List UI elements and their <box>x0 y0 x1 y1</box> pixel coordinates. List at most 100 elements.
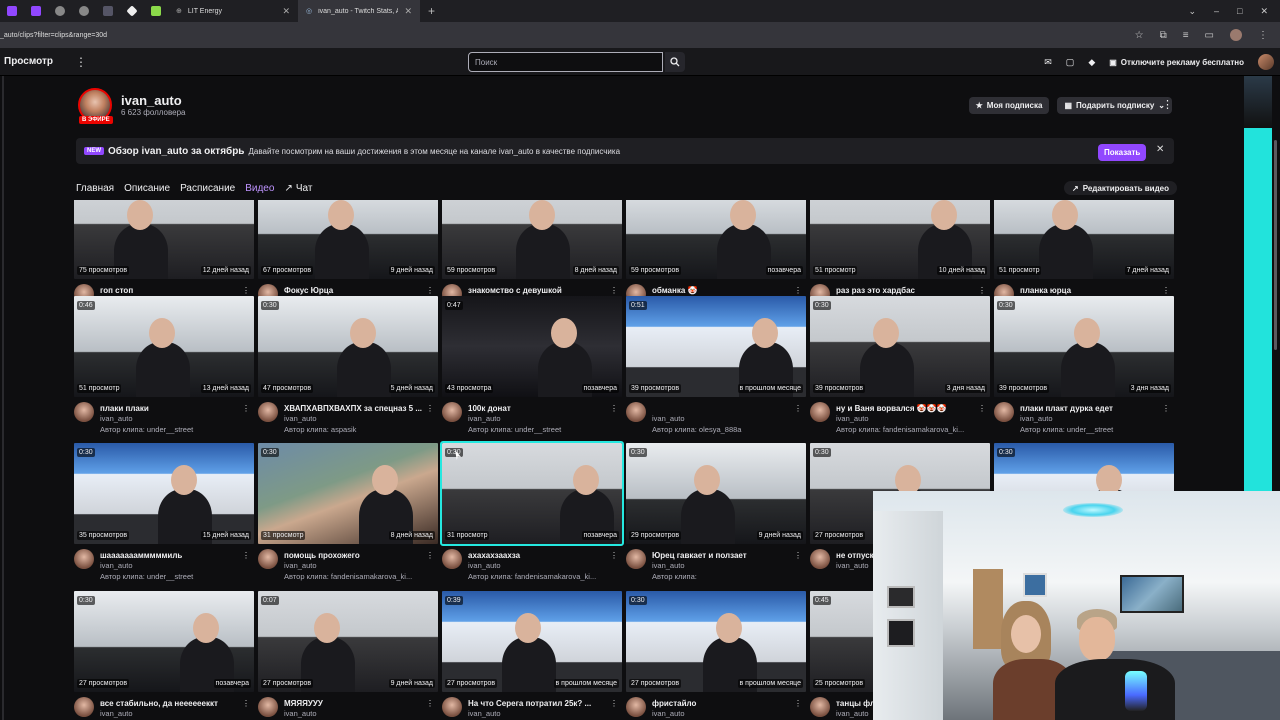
channel-avatar[interactable] <box>810 549 830 569</box>
browse-link[interactable]: Просмотр <box>0 56 53 67</box>
clip-thumbnail[interactable]: 59 просмотров 8 дней назад <box>442 200 622 279</box>
clip-more-icon[interactable]: ⋮ <box>794 699 802 708</box>
clip-author[interactable]: Автор клипа: aspasik <box>284 425 434 434</box>
clip-channel[interactable]: ivan_auto <box>652 561 685 570</box>
clip-title[interactable]: Фокус Юрца <box>284 286 424 295</box>
clip-more-icon[interactable]: ⋮ <box>242 286 250 295</box>
inbox-icon[interactable]: ✉ <box>1044 57 1052 68</box>
clip-card[interactable]: 0:30 39 просмотров 3 дня назад плаки плакт … <box>994 296 1174 443</box>
star-icon[interactable]: ☆ <box>1135 30 1144 41</box>
clip-thumbnail[interactable]: 0:51 39 просмотров в прошлом месяце <box>626 296 806 397</box>
channel-avatar[interactable] <box>994 402 1014 422</box>
clip-card[interactable]: 0:30 35 просмотров 15 дней назад шааааааамм… <box>74 443 254 590</box>
twitch-tab-icon[interactable] <box>0 0 24 22</box>
clip-title[interactable]: фристайло <box>652 699 792 708</box>
close-icon[interactable]: ✕ <box>404 6 412 17</box>
clip-card[interactable]: 0:46 51 просмотр 13 дней назад плаки плаки i… <box>74 296 254 443</box>
clip-card[interactable]: 0:30 39 просмотров 3 дня назад ну и Ваня во… <box>810 296 990 443</box>
clip-author[interactable]: Автор клипа: olesya_888a <box>652 425 802 434</box>
clip-channel[interactable]: ivan_auto <box>284 414 317 423</box>
clip-more-icon[interactable]: ⋮ <box>426 286 434 295</box>
clip-thumbnail[interactable]: 51 просмотр 10 дней назад <box>810 200 990 279</box>
tab-icon[interactable] <box>72 0 96 22</box>
maximize-icon[interactable]: □ <box>1237 6 1242 17</box>
new-tab-button[interactable]: + <box>420 4 443 18</box>
channel-avatar[interactable]: В ЭФИРЕ <box>78 88 113 124</box>
subscription-button[interactable]: ★ Моя подписка <box>968 97 1050 114</box>
close-icon[interactable]: ✕ <box>1260 6 1268 17</box>
clip-channel[interactable]: ivan_auto <box>836 709 869 718</box>
channel-avatar[interactable] <box>810 697 830 717</box>
twitch-tab-icon[interactable] <box>24 0 48 22</box>
clip-title[interactable]: Юрец гавкает и ползает <box>652 551 792 560</box>
tab-home[interactable]: Главная <box>76 183 114 194</box>
clip-card[interactable]: 0:30 31 просмотр позавчера ахахахзаахза ivan… <box>440 441 624 590</box>
search-button[interactable] <box>665 52 685 72</box>
clip-channel[interactable]: ivan_auto <box>836 561 869 570</box>
clip-more-icon[interactable]: ⋮ <box>794 286 802 295</box>
clip-more-icon[interactable]: ⋮ <box>242 699 250 708</box>
clip-title[interactable]: плаки плаки <box>100 404 240 413</box>
clip-author[interactable]: Автор клипа: fandenisamakarova_ki... <box>468 572 618 581</box>
tab-icon[interactable] <box>96 0 120 22</box>
user-avatar[interactable] <box>1258 54 1274 70</box>
clip-author[interactable]: Автор клипа: under__street <box>100 425 250 434</box>
clip-channel[interactable]: ivan_auto <box>652 709 685 718</box>
tab-icon[interactable] <box>144 0 168 22</box>
clip-thumbnail[interactable]: 0:07 27 просмотров 9 дней назад <box>258 591 438 692</box>
split-icon[interactable]: ▭ <box>1205 30 1214 41</box>
tab-lit-energy[interactable]: ⊕ LIT Energy ✕ <box>168 0 298 22</box>
channel-avatar[interactable] <box>810 402 830 422</box>
clip-channel[interactable]: ivan_auto <box>652 414 685 423</box>
url-field[interactable]: _auto/clips?filter=clips&range=30d <box>0 32 107 39</box>
clip-title[interactable]: 100к донат <box>468 404 608 413</box>
clip-title[interactable]: шааааааамммммиль <box>100 551 240 560</box>
minimize-icon[interactable]: – <box>1214 6 1219 17</box>
clip-author[interactable]: Автор клипа: under__street <box>1020 425 1170 434</box>
menu-list-icon[interactable]: ≡ <box>1183 30 1189 41</box>
clip-title[interactable]: раз раз это хардбас <box>836 286 976 295</box>
clip-more-icon[interactable]: ⋮ <box>1162 404 1170 413</box>
clip-thumbnail[interactable]: 0:30 31 просмотр 8 дней назад <box>258 443 438 544</box>
clip-card[interactable]: 0:47 43 просмотра позавчера 100к донат ivan_… <box>442 296 622 443</box>
tab-videos[interactable]: Видео <box>245 183 274 194</box>
clip-title[interactable]: На что Серега потратил 25к? ... <box>468 699 608 708</box>
tab-about[interactable]: Описание <box>124 183 170 194</box>
clip-thumbnail[interactable]: 0:39 27 просмотров в прошлом месяце <box>442 591 622 692</box>
clip-channel[interactable]: ivan_auto <box>468 414 501 423</box>
clip-title[interactable]: знакомство с девушкой <box>468 286 608 295</box>
clip-more-icon[interactable]: ⋮ <box>610 286 618 295</box>
clip-more-icon[interactable]: ⋮ <box>978 286 986 295</box>
clip-thumbnail[interactable]: 0:46 51 просмотр 13 дней назад <box>74 296 254 397</box>
clip-more-icon[interactable]: ⋮ <box>610 699 618 708</box>
clip-channel[interactable]: ivan_auto <box>284 561 317 570</box>
clip-title[interactable]: все стабильно, да нееееееккт <box>100 699 240 708</box>
clip-thumbnail[interactable]: 0:30 27 просмотров позавчера <box>74 591 254 692</box>
clip-author[interactable]: Автор клипа: under__street <box>468 425 618 434</box>
clip-more-icon[interactable]: ⋮ <box>794 551 802 560</box>
clip-card[interactable]: 0:51 39 просмотров в прошлом месяце ivan_au… <box>626 296 806 443</box>
whispers-icon[interactable]: ▢ <box>1066 57 1075 68</box>
more-icon[interactable]: ⋮ <box>75 55 87 69</box>
clip-more-icon[interactable]: ⋮ <box>1162 286 1170 295</box>
show-button[interactable]: Показать <box>1098 144 1147 161</box>
clip-channel[interactable]: ivan_auto <box>100 709 133 718</box>
channel-avatar[interactable] <box>74 549 94 569</box>
clip-title[interactable]: помощь прохожего <box>284 551 424 560</box>
clip-more-icon[interactable]: ⋮ <box>426 699 434 708</box>
channel-more-icon[interactable]: ⋮ <box>1162 98 1173 111</box>
clip-thumbnail[interactable]: 0:30 29 просмотров 9 дней назад <box>626 443 806 544</box>
channel-avatar[interactable] <box>626 549 646 569</box>
clip-more-icon[interactable]: ⋮ <box>610 551 618 560</box>
clip-card[interactable]: 0:07 27 просмотров 9 дней назад МЯЯЯУУУ ivan… <box>258 591 438 720</box>
extensions-icon[interactable]: ⧉ <box>1160 30 1167 41</box>
clip-title[interactable]: МЯЯЯУУУ <box>284 699 424 708</box>
clip-title[interactable]: гоп стоп <box>100 286 240 295</box>
clip-channel[interactable]: ivan_auto <box>468 709 501 718</box>
clip-author[interactable]: Автор клипа: <box>652 572 802 581</box>
clip-author[interactable]: Автор клипа: fandenisamakarova_ki... <box>284 572 434 581</box>
clip-thumbnail[interactable]: 0:47 43 просмотра позавчера <box>442 296 622 397</box>
clip-title[interactable]: планка юрца <box>1020 286 1160 295</box>
channel-avatar[interactable] <box>74 697 94 717</box>
clip-channel[interactable]: ivan_auto <box>284 709 317 718</box>
